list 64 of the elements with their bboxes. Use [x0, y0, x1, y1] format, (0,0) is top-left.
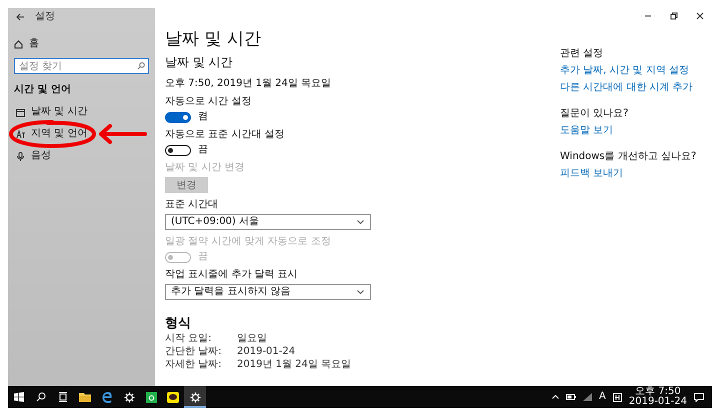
gear-icon	[190, 392, 200, 402]
section-heading: 날짜 및 시간	[165, 54, 234, 70]
format-label: 자세한 날짜:	[165, 359, 223, 371]
toggle-switch[interactable]	[165, 144, 191, 156]
link[interactable]: 추가 날짜, 시간 및 지역 설정	[560, 65, 690, 77]
setting-label: 날짜 및 시간 변경	[165, 162, 245, 174]
chat-icon	[167, 392, 179, 402]
related-heading: Windows를 개선하고 싶나요?	[560, 151, 696, 163]
search-icon	[36, 392, 46, 402]
format-value: 2019년 1월 24일 목요일	[237, 359, 352, 371]
window-title: 설정	[35, 12, 55, 22]
toggle-state: 끔	[198, 144, 208, 156]
format-value: 2019-01-24	[237, 346, 296, 358]
setting-label: 일광 절약 시간에 맞게 자동으로 조정	[165, 236, 331, 248]
dropdown[interactable]: 추가 달력을 표시하지 않음	[165, 284, 371, 300]
section-heading: 형식	[165, 316, 192, 332]
restore-icon[interactable]	[670, 12, 678, 20]
related-heading: 질문이 있나요?	[560, 108, 628, 120]
gear-icon	[124, 392, 134, 402]
notification-icon[interactable]	[694, 392, 704, 402]
setting-label: 표준 시간대	[165, 199, 218, 211]
toggle-state: 켬	[198, 111, 208, 123]
section-heading: 시간 및 언어	[14, 84, 72, 96]
format-label: 시작 요일:	[165, 333, 213, 345]
ime-icon[interactable]	[612, 392, 622, 402]
calendar-icon	[16, 108, 25, 116]
wifi-icon[interactable]	[583, 393, 592, 401]
link[interactable]: 도움말 보기	[560, 125, 614, 137]
language-icon	[16, 130, 25, 138]
taskbar-button[interactable]	[184, 386, 206, 408]
related-heading: 관련 설정	[560, 48, 604, 60]
home-link[interactable]: 홈	[14, 38, 149, 50]
toggle-switch[interactable]	[165, 112, 191, 122]
search-field[interactable]: 설정 찾기	[14, 58, 149, 74]
home-icon	[14, 40, 23, 48]
chevron-down-icon	[357, 220, 364, 224]
microphone-icon	[16, 152, 25, 160]
setting-label: 자동으로 시간 설정	[165, 96, 252, 108]
sidebar-item[interactable]: 음성	[16, 150, 51, 162]
close-icon[interactable]	[696, 12, 704, 20]
search-icon	[137, 62, 145, 70]
browser-icon	[101, 391, 113, 403]
setting-label: 자동으로 표준 시간대 설정	[165, 129, 285, 141]
format-label: 간단한 날짜:	[165, 346, 223, 358]
folder-icon	[79, 392, 91, 402]
app-icon	[146, 392, 156, 402]
toggle-state: 끔	[198, 251, 208, 263]
link[interactable]: 피드백 보내기	[560, 168, 624, 180]
input-indicator[interactable]: A	[599, 391, 606, 403]
chevron-up-icon[interactable]	[552, 395, 560, 399]
back-icon[interactable]	[16, 13, 25, 21]
page-title: 날짜 및 시간	[165, 28, 262, 50]
taskbar-clock[interactable]: 오후 7:50 2019-01-24	[628, 387, 687, 407]
setting-label: 작업 표시줄에 추가 달력 표시	[165, 269, 298, 281]
current-date-time: 오후 7:50, 2019년 1월 24일 목요일	[165, 78, 332, 90]
format-value: 일요일	[237, 333, 267, 345]
link[interactable]: 다른 시간대에 대한 시계 추가	[560, 82, 693, 94]
chevron-down-icon	[357, 290, 364, 294]
sidebar-item[interactable]: 지역 및 언어	[16, 128, 88, 140]
dropdown[interactable]: (UTC+09:00) 서울	[165, 214, 371, 230]
sidebar-item[interactable]: 날짜 및 시간	[16, 106, 88, 118]
task-view-icon	[58, 392, 68, 402]
windows-icon	[14, 392, 24, 402]
battery-icon[interactable]	[566, 394, 576, 400]
